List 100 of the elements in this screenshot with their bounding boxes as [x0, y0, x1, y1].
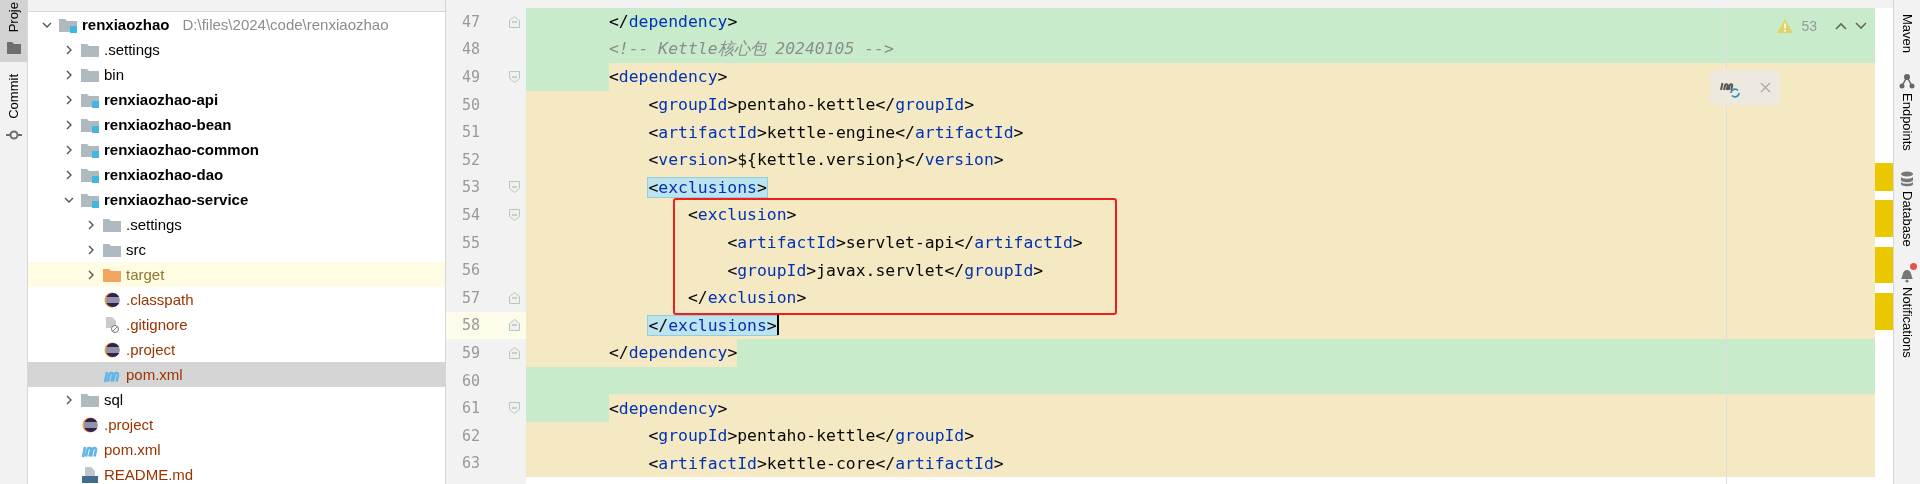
tree-item[interactable]: README.md — [28, 462, 445, 484]
markdown-file-icon — [81, 466, 99, 483]
line-number: 54 — [460, 205, 480, 224]
tree-item[interactable]: src — [28, 237, 445, 262]
tree-item[interactable]: .settings — [28, 212, 445, 237]
change-marker — [1875, 163, 1893, 191]
tree-item[interactable]: renxiaozhao-dao — [28, 162, 445, 187]
tool-window-tab[interactable]: Database — [1894, 170, 1920, 247]
folder-icon — [81, 391, 99, 408]
change-marker — [1875, 247, 1893, 283]
module-folder-icon — [59, 16, 77, 33]
chevron-right-icon[interactable] — [64, 169, 74, 180]
code-line: <dependency> — [607, 398, 728, 418]
folder-icon — [81, 41, 99, 58]
line-number: 51 — [460, 123, 480, 142]
tool-window-tab[interactable]: Notifications — [1894, 266, 1920, 358]
tree-item[interactable]: pom.xml — [28, 362, 445, 387]
item-name: renxiaozhao-service — [104, 191, 249, 208]
line-number: 48 — [460, 40, 480, 59]
item-name: renxiaozhao — [82, 16, 170, 33]
code-line: <version>${kettle.version}</version> — [647, 150, 1004, 170]
code-line: <groupId>pentaho-kettle</groupId> — [647, 426, 975, 446]
tree-item[interactable]: .gitignore — [28, 312, 445, 337]
tree-item[interactable]: renxiaozhao-service — [28, 187, 445, 212]
line-number: 63 — [460, 454, 480, 473]
chevron-right-icon[interactable] — [86, 269, 96, 280]
tree-item[interactable]: .project — [28, 337, 445, 362]
line-number: 60 — [460, 371, 480, 390]
line-number: 53 — [460, 178, 480, 197]
item-name: .classpath — [126, 291, 194, 308]
chevron-right-icon[interactable] — [64, 69, 74, 80]
item-name: .project — [104, 416, 154, 433]
folder-icon — [103, 266, 121, 283]
tool-window-tab[interactable]: Proje — [0, 0, 27, 63]
tree-item[interactable]: .settings — [28, 37, 445, 62]
warning-icon — [1777, 19, 1794, 33]
tree-item[interactable]: renxiaozhao D:\files\2024\code\renxiaozhao — [28, 12, 445, 37]
line-number: 56 — [460, 261, 480, 280]
code-line: <artifactId>kettle-core</artifactId> — [647, 453, 1004, 473]
module-folder-icon — [81, 141, 99, 158]
chevron-right-icon[interactable] — [64, 394, 74, 405]
tree-item[interactable]: pom.xml — [28, 437, 445, 462]
change-marker — [1875, 293, 1893, 330]
chevron-right-icon[interactable] — [64, 94, 74, 105]
line-number: 59 — [460, 343, 480, 362]
commit-icon — [5, 129, 22, 142]
line-number: 47 — [460, 12, 480, 31]
code-line: <groupId>javax.servlet</groupId> — [726, 260, 1044, 280]
folder-icon — [103, 216, 121, 233]
item-name: pom.xml — [104, 441, 161, 458]
module-folder-icon — [81, 116, 99, 133]
code-line: </exclusion> — [686, 288, 807, 308]
item-name: .project — [126, 341, 176, 358]
tree-item[interactable]: .classpath — [28, 287, 445, 312]
folder-icon — [81, 66, 99, 83]
tree-item[interactable]: .project — [28, 412, 445, 437]
item-name: target — [126, 266, 165, 283]
warning-count: 53 — [1801, 18, 1817, 34]
item-name: README.md — [104, 466, 194, 483]
code-line: </dependency> — [607, 343, 738, 363]
item-name: renxiaozhao-bean — [104, 116, 232, 133]
chevron-right-icon[interactable] — [86, 219, 96, 230]
tree-item[interactable]: bin — [28, 62, 445, 87]
tool-window-tab[interactable]: Commit — [0, 72, 27, 150]
tool-window-tab[interactable]: Endpoints — [1894, 73, 1920, 151]
chevron-right-icon[interactable] — [86, 244, 96, 255]
tree-item[interactable]: renxiaozhao-api — [28, 87, 445, 112]
item-name: pom.xml — [126, 366, 183, 383]
database-icon — [1900, 170, 1914, 187]
code-line: <groupId>pentaho-kettle</groupId> — [647, 95, 975, 115]
item-name: src — [126, 241, 146, 258]
tree-item[interactable]: renxiaozhao-bean — [28, 112, 445, 137]
item-name: .settings — [104, 41, 160, 58]
tree-item[interactable]: renxiaozhao-common — [28, 137, 445, 162]
code-line: <exclusion> — [686, 205, 797, 225]
module-folder-icon — [81, 166, 99, 183]
chevron-down-icon[interactable] — [1855, 22, 1867, 30]
folder-icon — [103, 241, 121, 258]
chevron-up-icon[interactable] — [1835, 22, 1847, 30]
item-name: renxiaozhao-common — [104, 141, 260, 158]
item-name: .gitignore — [126, 316, 188, 333]
line-number: 52 — [460, 150, 480, 169]
chevron-right-icon[interactable] — [64, 44, 74, 55]
tree-item[interactable]: target — [28, 262, 445, 287]
code-line: <dependency> — [607, 67, 728, 87]
module-folder-icon — [81, 91, 99, 108]
tree-item[interactable]: sql — [28, 387, 445, 412]
item-name: .settings — [126, 216, 182, 233]
line-number: 50 — [460, 95, 480, 114]
folder-icon — [6, 42, 21, 55]
eclipse-icon — [103, 291, 121, 308]
tool-window-tab[interactable]: Maven — [1894, 10, 1920, 54]
eclipse-icon — [81, 416, 99, 433]
line-number: 57 — [460, 288, 480, 307]
code-line: </dependency> — [607, 12, 738, 32]
chevron-right-icon[interactable] — [64, 119, 74, 130]
chevron-right-icon[interactable] — [64, 144, 74, 155]
code-line: <artifactId>kettle-engine</artifactId> — [647, 122, 1024, 142]
line-number: 58 — [460, 316, 480, 335]
item-name: renxiaozhao-dao — [104, 166, 224, 183]
